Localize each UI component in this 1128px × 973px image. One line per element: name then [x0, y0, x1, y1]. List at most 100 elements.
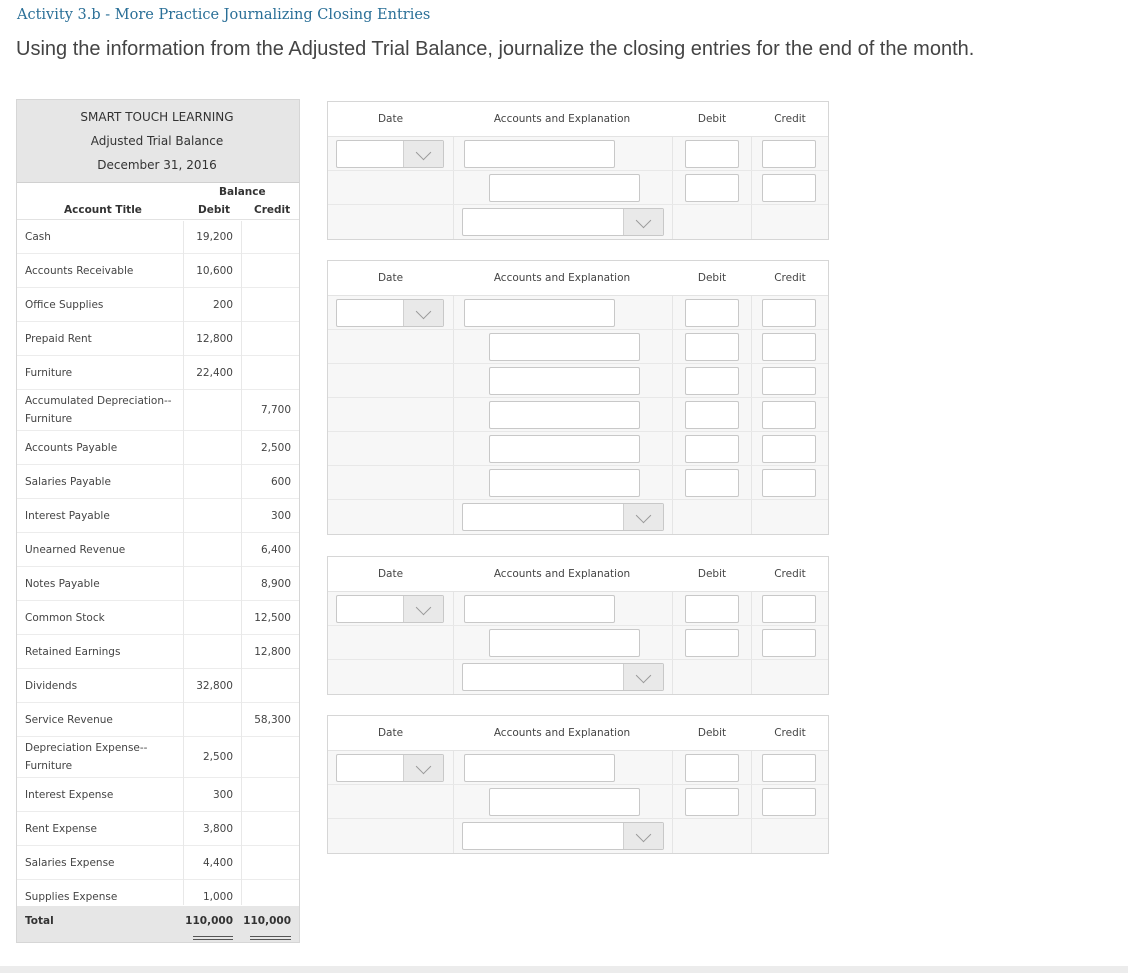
debit-input[interactable] — [685, 174, 739, 202]
account-input[interactable] — [489, 469, 640, 497]
account-input[interactable] — [489, 435, 640, 463]
debit-input[interactable] — [685, 435, 739, 463]
credit-amount: 7,700 — [260, 404, 291, 416]
debit-amount — [183, 390, 233, 430]
journal-row — [328, 330, 828, 364]
account-title: Dividends — [25, 679, 78, 692]
account-input[interactable] — [464, 754, 615, 782]
account-input[interactable] — [489, 629, 640, 657]
explanation-dropdown[interactable] — [462, 208, 664, 236]
journal-row — [328, 500, 828, 534]
journal-row — [328, 466, 828, 500]
column-divider — [453, 330, 454, 363]
account-title-label: Account Title — [64, 204, 142, 216]
account-title: Furniture — [25, 366, 73, 379]
debit-input[interactable] — [685, 299, 739, 327]
activity-title: Activity 3.b - More Practice Journalizin… — [17, 7, 431, 23]
trial-balance-row: Furniture 22,400 — [17, 356, 299, 390]
credit-input[interactable] — [762, 754, 816, 782]
debit-input[interactable] — [685, 788, 739, 816]
explanation-dropdown[interactable] — [462, 822, 664, 850]
column-divider — [453, 500, 454, 534]
date-dropdown[interactable] — [336, 595, 444, 623]
credit-amount — [241, 288, 291, 321]
credit-column-header: Credit — [774, 113, 806, 125]
accounts-column-header: Accounts and Explanation — [493, 568, 631, 580]
debit-input[interactable] — [685, 401, 739, 429]
column-divider — [672, 500, 673, 534]
account-input[interactable] — [489, 401, 640, 429]
account-input[interactable] — [489, 333, 640, 361]
credit-input[interactable] — [762, 595, 816, 623]
journal-row — [328, 751, 828, 785]
account-input[interactable] — [489, 367, 640, 395]
debit-amount: 4,400 — [202, 856, 233, 869]
account-title: Accounts Payable — [25, 441, 118, 454]
account-input[interactable] — [464, 299, 615, 327]
credit-input[interactable] — [762, 401, 816, 429]
debit-input[interactable] — [685, 333, 739, 361]
journal-row — [328, 785, 828, 819]
column-divider — [453, 398, 454, 431]
debit-amount — [183, 499, 233, 532]
credit-input[interactable] — [762, 788, 816, 816]
footer-bar — [0, 966, 1128, 973]
account-title: Interest Expense — [25, 788, 114, 801]
chevron-down-icon — [403, 300, 443, 326]
credit-column-header: Credit — [774, 727, 806, 739]
debit-column-header: Debit — [697, 272, 727, 284]
credit-input[interactable] — [762, 140, 816, 168]
journal-row — [328, 432, 828, 466]
account-title: Service Revenue — [25, 713, 113, 726]
explanation-dropdown[interactable] — [462, 663, 664, 691]
credit-input[interactable] — [762, 299, 816, 327]
debit-amount: 22,400 — [196, 366, 233, 379]
account-input[interactable] — [464, 140, 615, 168]
credit-input[interactable] — [762, 174, 816, 202]
credit-amount — [241, 220, 291, 253]
debit-amount: 3,800 — [202, 822, 233, 835]
report-date: December 31, 2016 — [97, 158, 217, 172]
column-divider — [751, 466, 752, 499]
credit-amount — [241, 356, 291, 389]
column-divider — [751, 205, 752, 239]
debit-column-header: Debit — [697, 727, 727, 739]
account-input[interactable] — [489, 788, 640, 816]
debit-column-header: Debit — [697, 568, 727, 580]
credit-input[interactable] — [762, 469, 816, 497]
chevron-down-icon — [623, 209, 663, 235]
date-column-header: Date — [377, 113, 404, 125]
debit-input[interactable] — [685, 140, 739, 168]
credit-input[interactable] — [762, 333, 816, 361]
balance-label: Balance — [219, 186, 266, 198]
column-divider — [751, 137, 752, 170]
debit-amount — [183, 635, 233, 668]
debit-input[interactable] — [685, 754, 739, 782]
date-dropdown[interactable] — [336, 299, 444, 327]
company-name: SMART TOUCH LEARNING — [80, 110, 234, 124]
credit-input[interactable] — [762, 629, 816, 657]
debit-input[interactable] — [685, 469, 739, 497]
column-divider — [183, 221, 184, 905]
date-dropdown[interactable] — [336, 754, 444, 782]
account-title: Unearned Revenue — [25, 543, 126, 556]
column-divider — [453, 751, 454, 784]
trial-balance-row: Office Supplies 200 — [17, 288, 299, 322]
column-divider — [751, 626, 752, 659]
credit-input[interactable] — [762, 435, 816, 463]
debit-input[interactable] — [685, 595, 739, 623]
credit-column-header: Credit — [774, 568, 806, 580]
total-credit: 110,000 — [243, 915, 291, 927]
account-input[interactable] — [464, 595, 615, 623]
debit-amount: 32,800 — [196, 679, 233, 692]
date-dropdown[interactable] — [336, 140, 444, 168]
double-underline — [250, 936, 291, 940]
credit-amount: 8,900 — [260, 577, 291, 590]
account-input[interactable] — [489, 174, 640, 202]
debit-input[interactable] — [685, 629, 739, 657]
explanation-dropdown[interactable] — [462, 503, 664, 531]
debit-input[interactable] — [685, 367, 739, 395]
column-divider — [453, 819, 454, 853]
adjusted-trial-balance-table: SMART TOUCH LEARNING Adjusted Trial Bala… — [16, 99, 300, 943]
credit-input[interactable] — [762, 367, 816, 395]
